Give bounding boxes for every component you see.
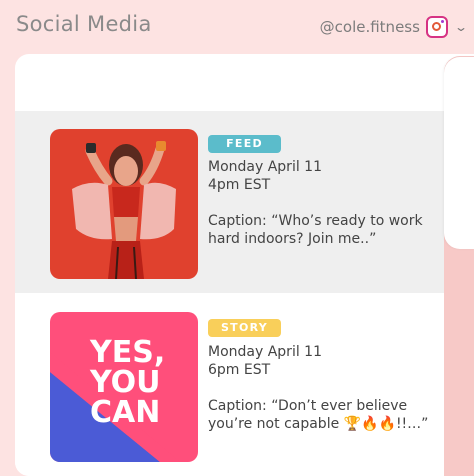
fitness-photo-illustration (50, 129, 198, 279)
account-handle: @cole.fitness (319, 18, 420, 36)
post-date: Monday April 11 (208, 159, 322, 175)
account-switcher[interactable]: @cole.fitness ⌄ (319, 16, 468, 38)
post-date: Monday April 11 (208, 344, 322, 360)
post-type-badge: FEED (208, 135, 281, 153)
post-time: 6pm EST (208, 362, 271, 378)
image-text-line: CAN (90, 395, 160, 430)
post-item-feed[interactable]: FEED Monday April 11 4pm EST Caption: “W… (15, 111, 444, 293)
post-image-fitness[interactable] (50, 129, 198, 279)
yes-you-can-graphic: YES, YOU CAN (50, 312, 198, 462)
post-item-story[interactable]: YES, YOU CAN STORY Monday April 11 6pm E… (15, 293, 444, 476)
instagram-icon (425, 16, 448, 38)
chevron-down-icon[interactable]: ⌄ (454, 20, 468, 34)
post-type-badge: STORY (208, 319, 281, 337)
post-image-motivation[interactable]: YES, YOU CAN (50, 312, 198, 462)
scrollbar-thumb[interactable] (444, 57, 474, 249)
post-list: FEED Monday April 11 4pm EST Caption: “W… (15, 54, 474, 476)
post-caption: Caption: “Don’t ever believe you’re not … (208, 398, 429, 432)
page-title: Social Media (16, 12, 152, 36)
post-caption: Caption: “Who’s ready to work hard indoo… (208, 213, 423, 247)
post-time: 4pm EST (208, 177, 271, 193)
